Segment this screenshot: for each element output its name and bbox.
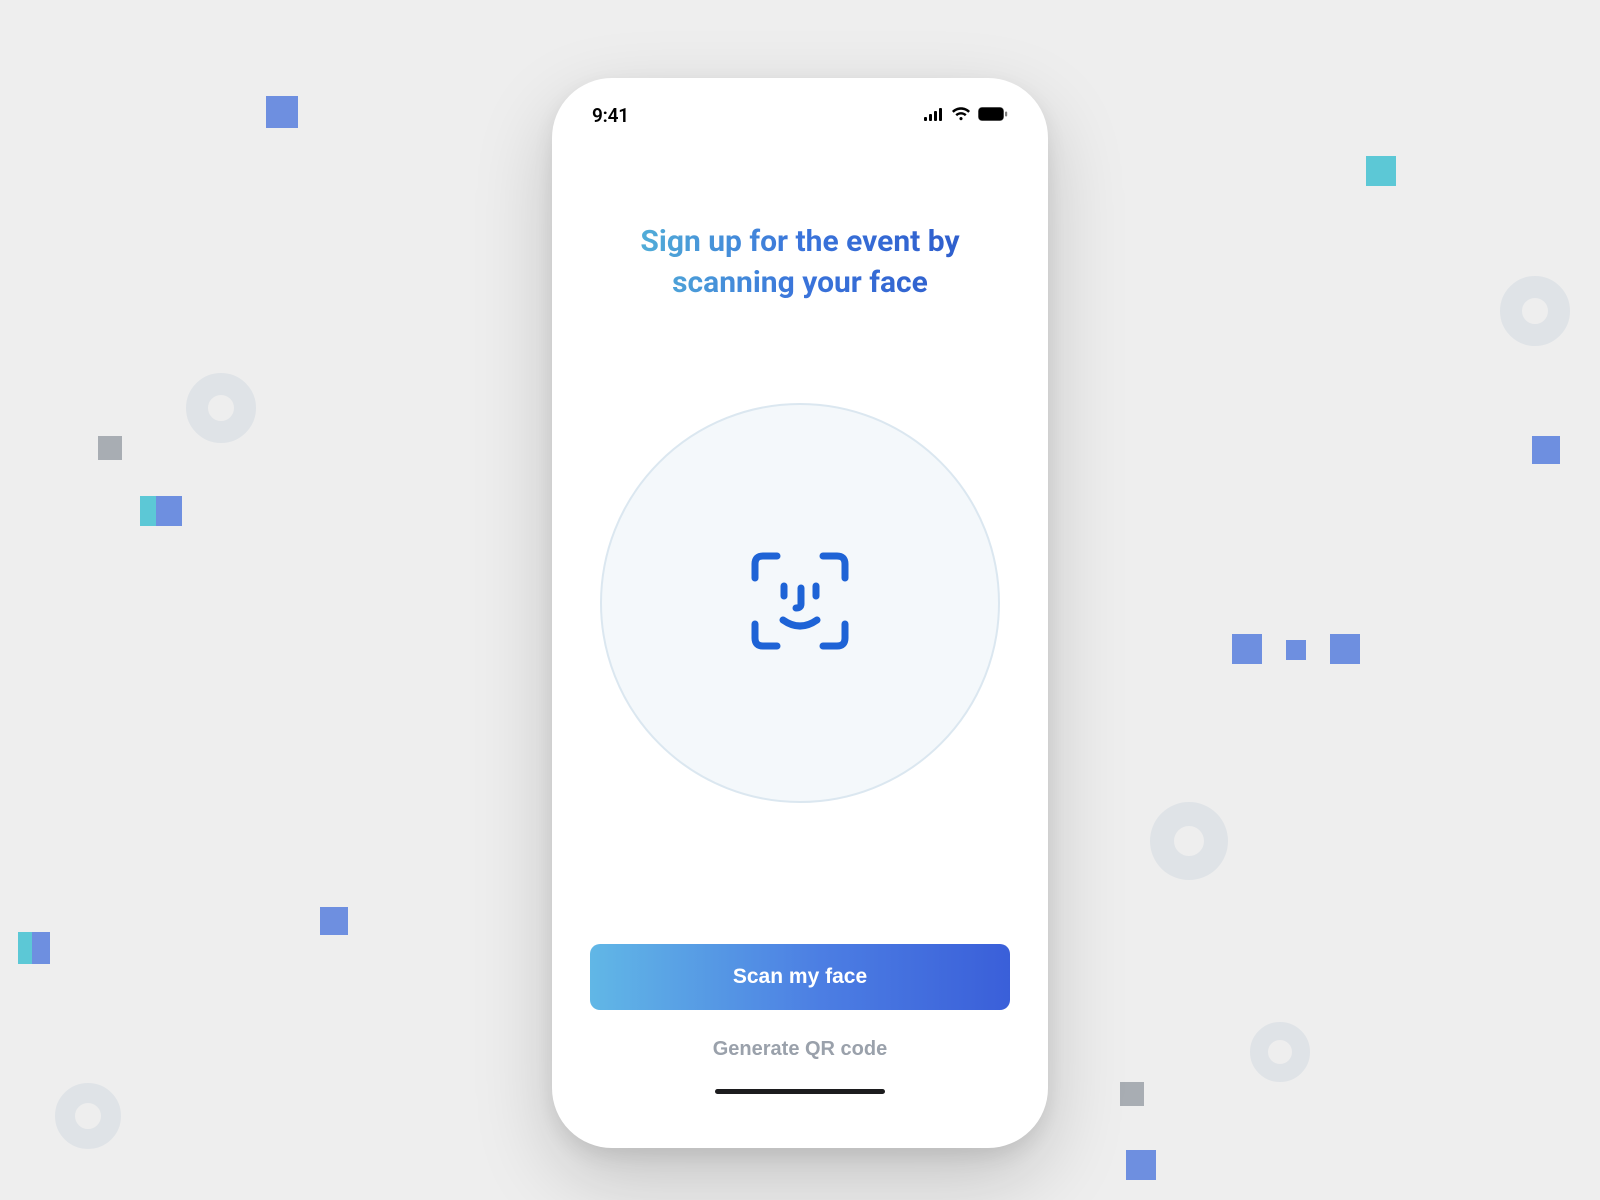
status-time: 9:41	[592, 104, 629, 127]
bg-ring-1	[186, 373, 256, 443]
actions: Scan my face Generate QR code	[576, 944, 1024, 1120]
bg-square-4	[320, 907, 348, 935]
cellular-signal-icon	[924, 106, 944, 125]
bg-square-7	[1532, 436, 1560, 464]
bg-square-8c	[1330, 634, 1360, 664]
bg-square-9	[1120, 1082, 1144, 1106]
bg-ring-2	[55, 1083, 121, 1149]
headline-line-1: Sign up for the event by	[640, 224, 959, 259]
status-bar: 9:41	[576, 98, 1024, 132]
bg-square-8b	[1286, 640, 1306, 660]
bg-square-1	[266, 96, 298, 128]
battery-icon	[978, 106, 1008, 125]
bg-square-6	[1366, 156, 1396, 186]
bg-square-10	[1126, 1150, 1156, 1180]
bg-square-3b	[156, 496, 182, 526]
page-headline: Sign up for the event by scanning your f…	[576, 222, 1024, 303]
status-icons	[924, 106, 1008, 125]
phone-frame: 9:41	[552, 78, 1048, 1148]
bg-square-2	[98, 436, 122, 460]
home-indicator[interactable]	[715, 1089, 885, 1094]
face-scan-circle	[600, 403, 1000, 803]
wifi-icon	[951, 106, 971, 125]
face-id-icon	[745, 546, 855, 660]
face-scan-area	[576, 403, 1024, 803]
bg-ring-5	[1250, 1022, 1310, 1082]
headline-line-2: scanning your face	[672, 265, 928, 300]
generate-qr-button[interactable]: Generate QR code	[713, 1038, 888, 1061]
bg-ring-4	[1150, 802, 1228, 880]
scan-face-button[interactable]: Scan my face	[590, 944, 1010, 1010]
bg-square-8a	[1232, 634, 1262, 664]
bg-ring-3	[1500, 276, 1570, 346]
bg-square-5b	[32, 932, 50, 964]
